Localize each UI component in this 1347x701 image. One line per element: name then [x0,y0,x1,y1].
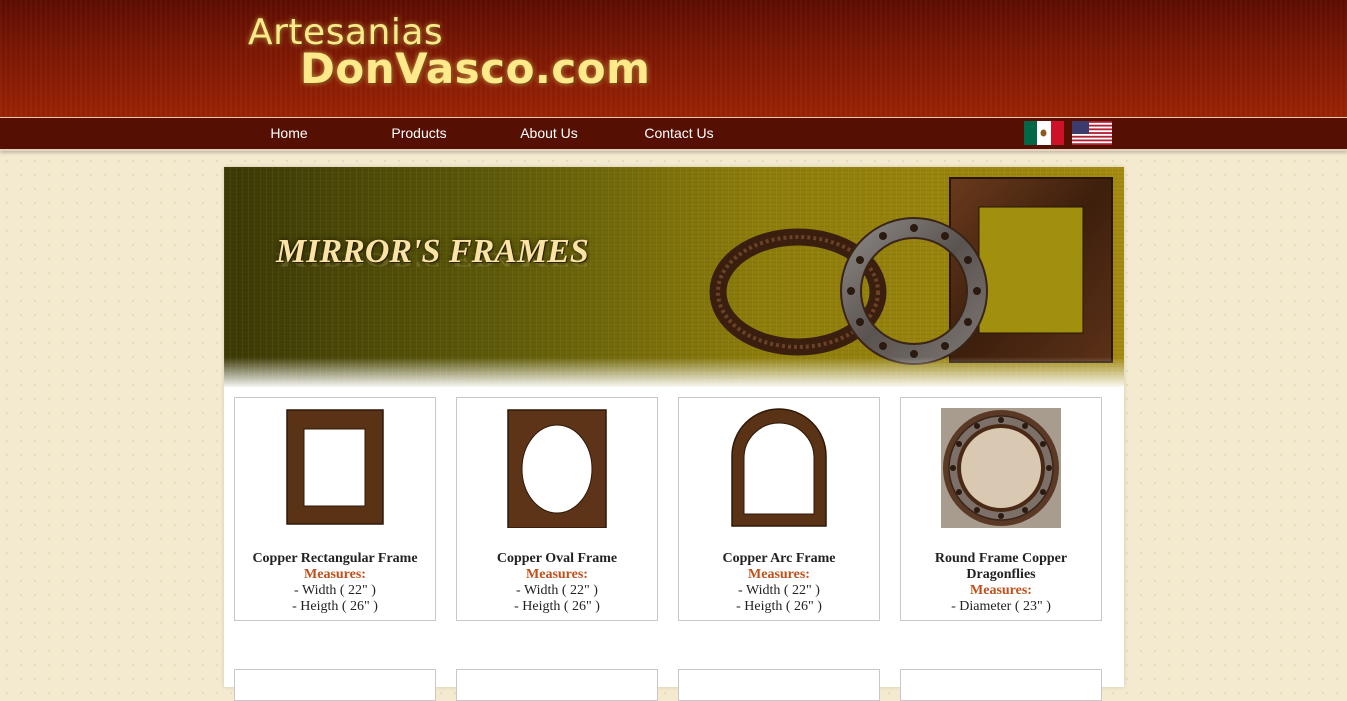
measure-line: - Heigth ( 26" ) [736,599,822,614]
product-info: Copper Oval Frame Measures: - Width ( 22… [457,551,657,615]
arc-frame-icon[interactable] [719,408,839,528]
measures-label: Measures: [748,567,810,582]
product-name[interactable]: Copper Oval Frame [457,551,657,567]
measure-line: - Heigth ( 26" ) [514,599,600,614]
nav-about-us[interactable]: About Us [484,118,614,149]
usa-flag-icon[interactable] [1072,121,1112,145]
product-info: Copper Rectangular Frame Measures: - Wid… [235,551,435,615]
nav-home[interactable]: Home [224,118,354,149]
measures-label: Measures: [304,567,366,582]
site-logo[interactable]: Artesanias DonVasco.com [248,12,650,97]
logo-line-2: DonVasco.com [300,44,651,93]
product-card-oval-frame[interactable]: Copper Oval Frame Measures: - Width ( 22… [456,397,658,621]
site-header: Artesanias DonVasco.com [0,0,1347,117]
banner-title: MIRROR'S FRAMES [276,233,589,270]
product-name[interactable]: Copper Rectangular Frame [235,551,435,567]
measure-line: - Width ( 22" ) [516,583,598,598]
product-card-arc-frame[interactable]: Copper Arc Frame Measures: - Width ( 22"… [678,397,880,621]
rectangular-frame-icon[interactable] [275,408,395,528]
main-content: MIRROR'S FRAMES MIRROR'S FRAMES Copper R… [224,167,1124,701]
nav-products[interactable]: Products [354,118,484,149]
nav-contact-us[interactable]: Contact Us [614,118,744,149]
product-info: Copper Arc Frame Measures: - Width ( 22"… [679,551,879,615]
round-frame-icon[interactable] [941,408,1061,528]
product-card-rectangular-frame[interactable]: Copper Rectangular Frame Measures: - Wid… [234,397,436,621]
category-banner: MIRROR'S FRAMES MIRROR'S FRAMES [224,167,1124,387]
product-name[interactable]: Copper Arc Frame [679,551,879,567]
oval-frame-icon[interactable] [497,408,617,528]
product-name[interactable]: Round Frame Copper Dragonflies [901,551,1101,583]
measure-line: - Width ( 22" ) [294,583,376,598]
product-card-round-frame-dragonflies[interactable]: Round Frame Copper Dragonflies Measures:… [900,397,1102,621]
mirror-frames-banner-image [709,177,1113,365]
measure-line: - Width ( 22" ) [738,583,820,598]
measure-line: - Heigth ( 26" ) [292,599,378,614]
measure-line: - Diameter ( 23" ) [951,599,1051,614]
measures-label: Measures: [526,567,588,582]
main-navbar: Home Products About Us Contact Us [0,117,1347,151]
measures-label: Measures: [970,583,1032,598]
mexico-flag-icon[interactable] [1024,121,1064,145]
product-info: Round Frame Copper Dragonflies Measures:… [901,551,1101,615]
